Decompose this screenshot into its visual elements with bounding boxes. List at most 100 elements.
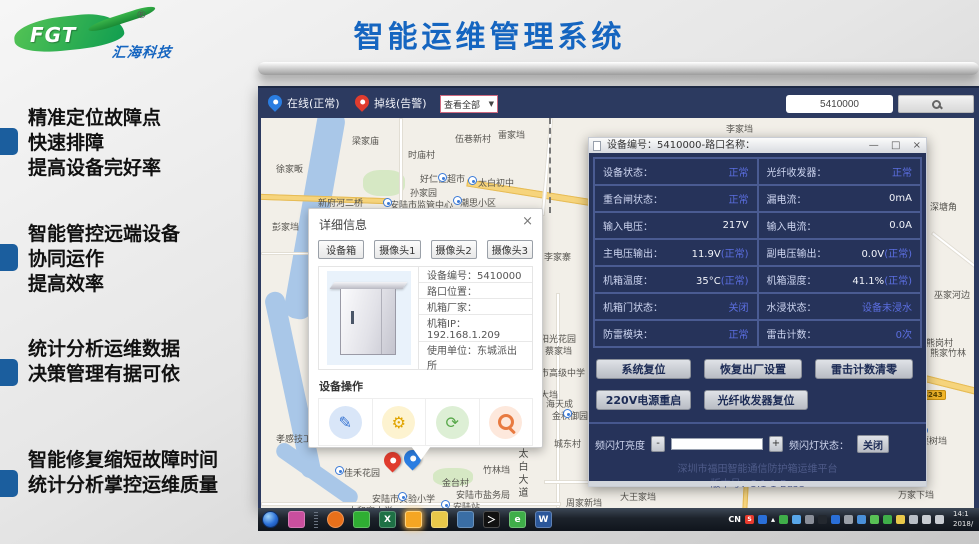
legend-online-label: 在线(正常) <box>287 95 340 111</box>
app-orange-active[interactable] <box>405 511 422 528</box>
tray-lang-indicator[interactable]: CN <box>728 515 741 524</box>
minimize-button[interactable]: — <box>869 140 879 151</box>
map-toolbar: 在线(正常) 掉线(告警) 查看全部 ▼ <box>258 86 979 118</box>
power-restart-button[interactable]: 220V电源重启 <box>596 390 691 410</box>
popup-title: 详细信息 <box>309 209 542 237</box>
popup-tab[interactable]: 摄像头3 <box>487 240 533 259</box>
tray-monitor-icon[interactable] <box>805 515 814 524</box>
cabinet-image <box>319 267 419 369</box>
tray-blue-icon[interactable] <box>758 515 767 524</box>
device-operations: ✎ ⚙ ⟳ <box>318 398 533 446</box>
ops-title: 设备操作 <box>309 370 542 398</box>
app-wechat[interactable] <box>353 511 370 528</box>
gear-icon[interactable]: ⚙ <box>373 399 427 445</box>
app-explorer[interactable] <box>431 511 448 528</box>
window-titlebar[interactable]: 设备编号：5410000-路口名称： — □ × <box>589 138 926 153</box>
tray-network-icon[interactable] <box>909 515 918 524</box>
refresh-icon[interactable]: ⟳ <box>426 399 480 445</box>
search-input[interactable] <box>786 95 893 113</box>
device-status-window: 设备编号：5410000-路口名称： — □ × 设备状态： 正常 <box>588 137 927 487</box>
lightning-counter-clear-button[interactable]: 雷击计数清零 <box>815 359 913 379</box>
legend-offline: 掉线(告警) <box>355 95 427 111</box>
app-excel[interactable]: X <box>379 511 396 528</box>
tray-green2-icon[interactable] <box>870 515 879 524</box>
popup-tab[interactable]: 摄像头1 <box>374 240 420 259</box>
taskbar-clock[interactable]: 14:1 2018/ <box>953 510 978 528</box>
bullet-marker <box>0 128 18 155</box>
chevron-down-icon: ▼ <box>489 100 494 108</box>
taskbar-grip[interactable] <box>314 511 318 528</box>
tray-sync-icon[interactable] <box>857 515 866 524</box>
railway-line <box>549 118 551 213</box>
tray-dark-icon[interactable] <box>818 515 827 524</box>
tray-lightblue-icon[interactable] <box>792 515 801 524</box>
tray-bluetooth-icon[interactable] <box>831 515 840 524</box>
brightness-plus-button[interactable]: + <box>769 436 783 452</box>
maximize-button[interactable]: □ <box>891 140 900 151</box>
clock-time: 14:1 <box>953 510 978 519</box>
close-icon[interactable]: × <box>522 214 533 229</box>
feature-sidebar: 精准定位故障点 快速排障 提高设备完好率 智能管控远端设备 协同运作 提高效率 … <box>0 0 258 544</box>
tray-yellow-icon[interactable] <box>896 515 905 524</box>
taskbar-apps: X ＞ eW <box>262 511 552 528</box>
map-canvas[interactable]: 李家垱雷家垱伍巷新村梁家庙时庙村徐家畈好仁佳超市太白初中孙家园新府河二桥安陆市监… <box>261 118 974 508</box>
status-cell: 输入电流： 0.0A <box>759 213 921 238</box>
tray-gray-icon[interactable] <box>844 515 853 524</box>
road-white <box>931 231 974 275</box>
map-label: 熊家竹林 <box>930 346 966 359</box>
device-pin-offline[interactable] <box>380 448 404 472</box>
tray-volume-icon[interactable] <box>935 515 944 524</box>
view-filter-dropdown[interactable]: 查看全部 ▼ <box>440 95 498 113</box>
popup-tab[interactable]: 设备箱 <box>318 240 364 259</box>
app-colorful[interactable] <box>288 511 305 528</box>
taskbar: X ＞ eW CN S ▴ 14:1 2018/ <box>258 508 979 531</box>
tray-sogou-icon[interactable]: S <box>745 515 754 524</box>
tray-expand-arrow[interactable]: ▴ <box>771 515 775 524</box>
poi-icon <box>563 409 572 418</box>
app-browser-green[interactable]: e <box>509 511 526 528</box>
app-cmd[interactable]: ＞ <box>483 511 500 528</box>
cabinet-body <box>340 289 396 355</box>
popup-tabs: 设备箱摄像头1 摄像头2 摄像头3 <box>309 237 542 266</box>
fiber-transceiver-reset-button[interactable]: 光纤收发器复位 <box>704 390 808 410</box>
app-firefox[interactable] <box>327 511 344 528</box>
strobe-status-label: 频闪灯状态： <box>789 437 849 452</box>
map-label: 彭家垱 <box>272 220 299 233</box>
status-cell: 机箱门状态： 关闭 <box>595 294 757 319</box>
strobe-brightness-label: 频闪灯亮度 <box>595 437 645 452</box>
panel-body: 设备状态： 正常 光纤收发器： 正常 重合闸状态： 正常 漏电流： 0mA <box>589 153 926 486</box>
map-label: 伍巷新村 <box>455 132 491 145</box>
system-reset-button[interactable]: 系统复位 <box>596 359 691 379</box>
close-button[interactable]: × <box>913 140 921 151</box>
factory-reset-button[interactable]: 恢复出厂设置 <box>704 359 802 379</box>
search-button[interactable] <box>898 95 974 113</box>
status-cell: 光纤收发器： 正常 <box>759 159 921 184</box>
map-label: 太白大道 <box>514 448 529 500</box>
app-word[interactable]: W <box>535 511 552 528</box>
tray-green-icon[interactable] <box>779 515 788 524</box>
map-label: 孝感技工 <box>276 432 312 445</box>
feature-block: 统计分析运维数据 决策管理有据可依 <box>0 337 258 387</box>
search-icon[interactable] <box>480 399 533 445</box>
popup-tab[interactable]: 摄像头2 <box>431 240 477 259</box>
popup-tail <box>411 446 431 460</box>
window-controls: — □ × <box>860 138 921 153</box>
poi-icon <box>453 196 462 205</box>
legend-offline-label: 掉线(告警) <box>374 95 427 111</box>
app-remote-desktop[interactable] <box>457 511 474 528</box>
feature-text: 智能管控远端设备 协同运作 提高效率 <box>28 222 258 297</box>
map-label: 李家垱 <box>726 122 753 135</box>
document-icon <box>593 141 601 151</box>
start-button[interactable] <box>262 511 279 528</box>
brightness-slider[interactable] <box>671 438 763 450</box>
road-white <box>541 118 554 216</box>
tray-battery-icon[interactable] <box>922 515 931 524</box>
status-cell: 主电压输出： 11.9V(正常) <box>595 240 757 265</box>
map-label: 梁家庙 <box>352 134 379 147</box>
tray-shield-icon[interactable] <box>883 515 892 524</box>
app-window: 在线(正常) 掉线(告警) 查看全部 ▼ <box>258 86 979 508</box>
edit-icon[interactable]: ✎ <box>319 399 373 445</box>
brightness-minus-button[interactable]: - <box>651 436 665 452</box>
strobe-toggle-button[interactable]: 关闭 <box>857 435 889 453</box>
status-cell: 机箱温度： 35°C(正常) <box>595 267 757 292</box>
